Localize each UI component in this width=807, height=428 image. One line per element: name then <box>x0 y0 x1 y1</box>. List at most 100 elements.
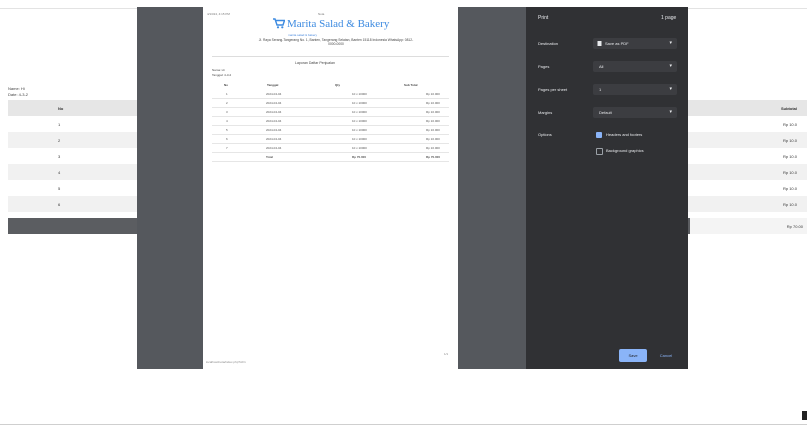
row-amount: Rp 10.0 <box>782 170 797 175</box>
cell: 3 <box>226 110 228 114</box>
pages-select[interactable]: All ▾ <box>593 61 677 72</box>
background-graphics-checkbox[interactable] <box>596 148 603 155</box>
pages-per-sheet-select[interactable]: 1 ▾ <box>593 84 677 95</box>
cell: Rp 10.000 <box>426 128 440 132</box>
cell: 2024-04-04 <box>266 137 282 141</box>
pages-value: All <box>599 64 604 69</box>
background-header-no: No <box>58 106 64 111</box>
preview-page-number: 1/1 <box>444 352 449 356</box>
pdf-file-icon <box>597 41 602 46</box>
background-bottom-divider <box>0 424 807 425</box>
preview-info-name: Nama: Hi <box>212 68 225 72</box>
destination-value: Save as PDF <box>605 41 629 46</box>
cell: 2 <box>226 101 228 105</box>
cell: 5 <box>226 128 228 132</box>
preview-title: Laporan Daftar Penjualan <box>295 61 335 65</box>
cell: Rp 10.000 <box>426 101 440 105</box>
cell: 2024-04-04 <box>266 92 282 96</box>
row-no: 1 <box>58 122 61 127</box>
row-no: 2 <box>58 138 61 143</box>
row-amount: Rp 10.0 <box>782 122 797 127</box>
margins-value: Default <box>599 110 612 115</box>
chevron-down-icon: ▾ <box>669 40 672 46</box>
cell: Rp 70.000 <box>426 155 441 159</box>
row-no: 5 <box>58 186 61 191</box>
chevron-down-icon: ▾ <box>669 109 672 115</box>
row-amount: Rp 10.0 <box>782 138 797 143</box>
chevron-down-icon: ▾ <box>669 86 672 92</box>
margins-label: Margins <box>538 110 553 115</box>
cell: 10 x 10000 <box>352 137 367 141</box>
destination-label: Destination <box>538 41 559 46</box>
chevron-down-icon: ▾ <box>669 63 672 69</box>
sheet-count: 1 page <box>661 15 677 21</box>
cell: Rp 10.000 <box>426 110 440 114</box>
preview-total-row: Total Rp 70.000 Rp 70.000 <box>212 153 449 162</box>
background-edge-marker <box>802 411 807 420</box>
preview-col-subtotal: Sub Total <box>404 83 418 87</box>
print-title: Print <box>538 15 549 21</box>
preview-divider <box>212 56 449 57</box>
cell: 6 <box>226 137 228 141</box>
shopping-cart-icon <box>273 18 285 29</box>
row-amount: Rp 10.0 <box>782 186 797 191</box>
cell: 2024-04-04 <box>266 119 282 123</box>
options-label: Options <box>538 132 552 137</box>
cell: 2024-04-04 <box>266 110 282 114</box>
row-no: 3 <box>58 154 61 159</box>
preview-info-date: Tanggal: 4-3-2 <box>212 73 232 77</box>
cell: 10 x 10000 <box>352 146 367 150</box>
headers-footers-checkbox[interactable] <box>596 132 602 138</box>
row-no: 4 <box>58 170 61 175</box>
cell: 7 <box>226 146 228 150</box>
preview-col-no: No <box>224 83 228 87</box>
background-graphics-label[interactable]: Background graphics <box>606 148 644 153</box>
cell: 2024-04-04 <box>266 101 282 105</box>
pages-per-sheet-label: Pages per sheet <box>538 87 568 92</box>
row-amount: Rp 10.0 <box>782 154 797 159</box>
preview-col-date: Tanggal <box>267 83 279 87</box>
background-info-date: Date: 4-3-2 <box>8 92 29 97</box>
cell: 10 x 10000 <box>352 128 367 132</box>
table-row: 1 2024-04-04 10 x 10000 Rp 10.000 <box>212 90 449 99</box>
preview-address: Jl. Raya Serang-Tangerang No. 1, Banten,… <box>258 38 414 46</box>
cell: 2024-04-04 <box>266 146 282 150</box>
table-row: 5 2024-04-04 10 x 10000 Rp 10.000 <box>212 126 449 135</box>
preview-date: 4/13/24, 4:15 PM <box>207 12 230 16</box>
cell: 4 <box>226 119 228 123</box>
table-row: 7 2024-04-04 10 x 10000 Rp 10.000 <box>212 144 449 153</box>
background-header-subtotal: Subtotal <box>781 106 797 111</box>
cell: 10 x 10000 <box>352 92 367 96</box>
save-button[interactable]: Save <box>619 349 647 362</box>
cancel-button[interactable]: Cancel <box>652 349 680 362</box>
background-info-name: Name: Hi <box>8 86 25 91</box>
cell: Total <box>266 155 273 159</box>
cell: Rp 10.000 <box>426 92 440 96</box>
preview-logo-subtitle: marita salad & bakery <box>288 33 318 37</box>
background-total: Rp 70.00 <box>786 224 803 229</box>
preview-col-qty: Qty <box>335 83 341 87</box>
destination-select[interactable]: Save as PDF ▾ <box>593 38 677 49</box>
pages-label: Pages <box>538 64 550 69</box>
table-row: 4 2024-04-04 10 x 10000 Rp 10.000 <box>212 117 449 126</box>
row-amount: Rp 10.0 <box>782 202 797 207</box>
row-no: 6 <box>58 202 61 207</box>
cell: 10 x 10000 <box>352 101 367 105</box>
background-total-cell: Rp 70.00 <box>690 218 807 234</box>
table-row: 3 2024-04-04 10 x 10000 Rp 10.000 <box>212 108 449 117</box>
cell: 2024-04-04 <box>266 128 282 132</box>
cell: 10 x 10000 <box>352 119 367 123</box>
margins-select[interactable]: Default ▾ <box>593 107 677 118</box>
cell: Rp 10.000 <box>426 137 440 141</box>
cell: 10 x 10000 <box>352 110 367 114</box>
cell: Rp 10.000 <box>426 146 440 150</box>
table-row: 2 2024-04-04 10 x 10000 Rp 10.000 <box>212 99 449 108</box>
table-row: 6 2024-04-04 10 x 10000 Rp 10.000 <box>212 135 449 144</box>
pages-per-sheet-value: 1 <box>599 87 602 92</box>
cell: Rp 10.000 <box>426 119 440 123</box>
preview-footer-url: localhost/nota/index.php?id=1 <box>206 360 246 364</box>
preview-page-name: Nota <box>318 12 325 16</box>
preview-logo-text: Marita Salad & Bakery <box>287 18 390 30</box>
cell: Rp 70.000 <box>352 155 367 159</box>
headers-footers-label[interactable]: Headers and footers <box>606 132 642 137</box>
